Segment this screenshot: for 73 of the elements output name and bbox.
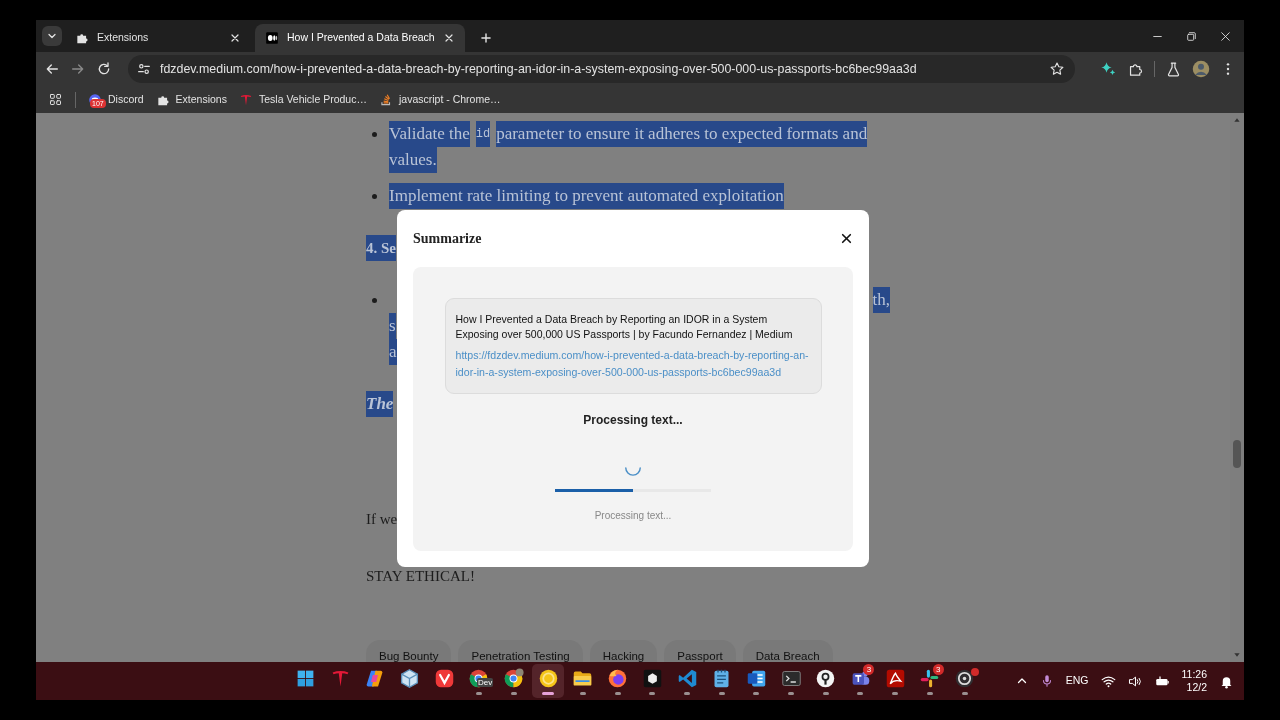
cube-icon: [399, 667, 421, 689]
wifi-icon[interactable]: [1100, 673, 1116, 689]
close-icon[interactable]: [840, 232, 853, 245]
clock[interactable]: 11:26 12/2: [1181, 668, 1207, 694]
status-text: Processing text...: [583, 412, 683, 429]
article-text: a: [389, 339, 397, 365]
forward-arrow-icon[interactable]: [70, 61, 86, 77]
back-arrow-icon[interactable]: [44, 61, 60, 77]
topic-tag[interactable]: Hacking: [589, 640, 658, 662]
language-indicator[interactable]: ENG: [1065, 673, 1089, 689]
apps-grid-icon[interactable]: [48, 92, 63, 107]
ring-icon: [537, 667, 559, 689]
article-text: parameter to ensure it adheres to expected formats and: [496, 121, 868, 147]
record-circle-icon: [954, 667, 976, 689]
taskbar-app[interactable]: [532, 664, 565, 698]
inline-code: id: [475, 121, 491, 147]
fox-globe-icon: [607, 667, 629, 689]
taskbar-app[interactable]: 3: [913, 664, 946, 698]
medium-logo-icon: [265, 31, 279, 45]
sparkle-icon[interactable]: [1099, 60, 1117, 78]
notification-badge: 3: [932, 664, 944, 675]
v-logo-icon: [433, 667, 455, 689]
scroll-down-icon[interactable]: [1233, 651, 1241, 659]
article-text: s: [389, 313, 396, 339]
article-text: If we: [366, 510, 398, 529]
site-settings-icon[interactable]: [136, 61, 152, 77]
topic-tag[interactable]: Penetration Testing: [458, 640, 583, 662]
progress-caption: Processing text...: [594, 509, 672, 523]
scroll-up-icon[interactable]: [1233, 116, 1241, 124]
keyhole-icon: [815, 667, 837, 689]
page-title: How I Prevented a Data Breach by Reporting an IDOR in a System Exposing over 500,000 US Passports | by Facundo Fernandez | Medium: [455, 312, 794, 342]
scrollbar-thumb[interactable]: [1233, 440, 1241, 468]
browser-tab[interactable]: Extensions: [65, 24, 251, 52]
pinwheel-icon: [919, 667, 941, 689]
puzzle-icon: [75, 31, 89, 45]
article-text: The: [366, 391, 394, 417]
tab-list-button[interactable]: [42, 26, 62, 46]
topic-tag[interactable]: Data Breach: [742, 640, 833, 662]
stack-icon: [378, 92, 393, 107]
profile-avatar-icon[interactable]: [1192, 60, 1210, 78]
taskbar-app[interactable]: Dev: [462, 664, 495, 698]
flask-icon[interactable]: [1165, 60, 1182, 78]
browser-circle-icon: [503, 667, 525, 689]
taskbar-app[interactable]: 3: [844, 664, 877, 698]
icon-label: Dev: [476, 678, 494, 687]
article-text: values.: [389, 147, 437, 173]
browser-tab[interactable]: How I Prevented a Data Breach: [255, 24, 465, 52]
close-icon[interactable]: [1219, 29, 1232, 43]
restore-icon[interactable]: [1185, 29, 1198, 43]
reload-icon[interactable]: [96, 61, 112, 77]
article-text: Implement rate limiting to prevent automated exploitation: [389, 183, 784, 209]
address-bar[interactable]: fdzdev.medium.com/how-i-prevented-a-data-breach-by-reporting-an-idor-in-a-system-exposing-over-500-000-us-passports-bc6bec99aa3d: [128, 55, 1075, 83]
bookmark[interactable]: Extensions: [155, 91, 227, 108]
section-heading: 4. Se: [366, 235, 396, 261]
code-editor-icon: [676, 667, 698, 689]
article-text: Validate the: [389, 121, 470, 147]
article-text: STAY ETHICAL!: [366, 567, 475, 586]
bookmark[interactable]: javascript - Chrome…: [378, 91, 501, 108]
close-icon[interactable]: [229, 32, 241, 44]
pdf-icon: [884, 667, 906, 689]
bookmark[interactable]: Tesla Vehicle Produc…: [238, 91, 367, 108]
dialog-title: Summarize: [413, 230, 482, 248]
topic-tag[interactable]: Bug Bounty: [366, 640, 452, 662]
loading-spinner-icon: [624, 467, 642, 476]
cube-icon: [641, 667, 663, 689]
star-icon[interactable]: [1049, 61, 1065, 77]
bullet-point: [372, 194, 377, 199]
topic-tag[interactable]: Passport: [664, 640, 736, 662]
notification-badge: 3: [863, 664, 875, 675]
plus-icon[interactable]: [478, 31, 493, 45]
speaker-icon[interactable]: [1127, 673, 1143, 689]
bullet-point: [372, 298, 377, 303]
bullet-point: [372, 132, 377, 137]
